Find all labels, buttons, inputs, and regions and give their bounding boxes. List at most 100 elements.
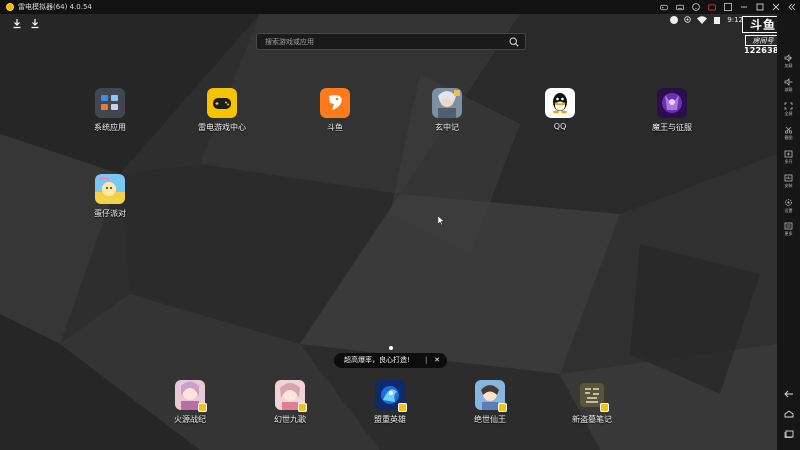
app-huoyuan[interactable]: 火源战纪 <box>160 380 220 425</box>
app-huanshi[interactable]: 幻世九歌 <box>260 380 320 425</box>
sidebar-item-settings[interactable]: 设置 <box>777 198 800 213</box>
title-bar: 雷电模拟器(64) 4.0.54 <box>0 0 800 14</box>
sidebar-item-volume-up[interactable]: 加载 <box>777 54 800 68</box>
app-label: 蛋仔派对 <box>94 209 126 218</box>
mengzhong-icon <box>375 380 407 412</box>
location-icon <box>684 16 691 23</box>
mouse-cursor-icon <box>438 216 444 225</box>
app-label: 幻世九歌 <box>274 415 306 424</box>
app-label: 火源战纪 <box>174 415 206 424</box>
toast-close-button[interactable]: ✕ <box>432 353 442 368</box>
titlebar-controls <box>660 0 796 14</box>
app-qq[interactable]: QQ <box>530 88 590 131</box>
app-label: 系统应用 <box>94 123 126 132</box>
app-label: 绝世仙王 <box>474 415 506 424</box>
app-jueshi[interactable]: 绝世仙王 <box>460 380 520 425</box>
recent-apps-icon <box>784 430 793 438</box>
new-badge-icon <box>298 403 307 412</box>
battery-icon <box>714 17 721 24</box>
back-icon <box>783 390 793 398</box>
app-game-center[interactable]: 雷电游戏中心 <box>192 88 252 133</box>
sidebar-item-label: 截图 <box>784 135 793 140</box>
screen-icon[interactable] <box>724 3 732 11</box>
toast-text: 超高爆率，良心打造! <box>344 356 410 364</box>
emulator-window: 雷电模拟器(64) 4.0.54 9:12 搜索游戏或应用 系统应用 雷电游戏中… <box>0 0 800 450</box>
qq-icon <box>545 88 575 118</box>
wifi-icon <box>697 16 708 24</box>
sidebar-item-install[interactable]: 安装 <box>777 174 800 188</box>
new-badge-icon <box>498 403 507 412</box>
back-button[interactable] <box>777 390 800 399</box>
app-douyu[interactable]: 斗鱼 <box>305 88 365 133</box>
sidebar-item-label: 加载 <box>784 63 793 68</box>
home-screen: 9:12 系统应用 <box>0 14 777 450</box>
search-input[interactable] <box>265 34 495 49</box>
recent-apps-button[interactable] <box>777 430 800 439</box>
minimize-icon[interactable] <box>740 3 748 11</box>
home-button[interactable] <box>777 410 800 419</box>
sidebar-item-label: 多开 <box>784 159 793 164</box>
sidebar-item-multi-instance[interactable]: 多开 <box>777 150 800 164</box>
help-icon[interactable] <box>692 3 700 11</box>
sidebar-item-label: 安装 <box>784 183 793 188</box>
game-center-icon <box>207 88 237 118</box>
app-danzai-party[interactable]: 蛋仔派对 <box>80 174 140 219</box>
gamepad-icon[interactable] <box>660 3 668 11</box>
app-xuanzhongji[interactable]: 玄中记 <box>417 88 477 133</box>
search-icon[interactable] <box>509 37 519 47</box>
collapse-icon[interactable] <box>788 3 796 11</box>
sidebar-item-label: 减载 <box>784 87 793 92</box>
search-bar[interactable] <box>256 33 526 50</box>
home-icon <box>784 410 793 418</box>
volume-down-icon <box>784 78 793 86</box>
sidebar-item-label: 全屏 <box>784 111 793 116</box>
download-icons <box>12 18 40 29</box>
more-icon <box>784 222 793 230</box>
page-indicator <box>389 346 393 350</box>
douyu-icon <box>320 88 350 118</box>
right-toolbar: 加载 减载 全屏 截图 多开 安装 设置 更多 <box>777 14 800 450</box>
huoyuan-icon <box>175 380 207 412</box>
daomu-icon <box>577 380 609 412</box>
sidebar-item-label: 设置 <box>784 208 793 213</box>
install-icon <box>784 174 793 182</box>
app-label: QQ <box>553 122 567 131</box>
app-daomu[interactable]: 新盗墓笔记 <box>562 380 622 425</box>
sidebar-item-screenshot[interactable]: 截图 <box>777 126 800 140</box>
fullscreen-side-icon <box>784 102 793 110</box>
record-icon[interactable] <box>708 3 716 11</box>
close-icon[interactable] <box>772 3 780 11</box>
jueshi-icon <box>475 380 507 412</box>
sidebar-item-fullscreen[interactable]: 全屏 <box>777 102 800 116</box>
keyboard-icon[interactable] <box>676 3 684 11</box>
app-label: 魔王与征服 <box>652 123 692 132</box>
multi-instance-icon <box>784 150 793 158</box>
maximize-icon[interactable] <box>756 3 764 11</box>
new-badge-icon <box>198 403 207 412</box>
minus-circle-icon <box>670 16 679 24</box>
app-mengzhong[interactable]: 盟重英雄 <box>360 380 420 425</box>
sidebar-item-volume-down[interactable]: 减载 <box>777 78 800 92</box>
system-apps-folder-icon <box>95 88 125 118</box>
toast-notification: 超高爆率，良心打造! | ✕ <box>334 353 447 368</box>
window-title: 雷电模拟器(64) 4.0.54 <box>18 3 92 11</box>
app-label: 雷电游戏中心 <box>198 123 246 132</box>
toast-separator: | <box>425 356 428 364</box>
app-label: 新盗墓笔记 <box>572 415 612 424</box>
danzai-party-icon <box>95 174 125 204</box>
app-label: 斗鱼 <box>327 123 343 132</box>
new-badge-icon <box>600 403 609 412</box>
sidebar-item-more[interactable]: 更多 <box>777 222 800 236</box>
download-icon[interactable] <box>12 18 22 29</box>
app-system-apps[interactable]: 系统应用 <box>80 88 140 133</box>
app-label: 玄中记 <box>435 123 459 132</box>
xuanzhongji-icon <box>432 88 462 118</box>
app-mowang[interactable]: 魔王与征服 <box>642 88 702 133</box>
sidebar-item-label: 更多 <box>784 231 793 236</box>
volume-up-icon <box>784 54 792 62</box>
watermark-room-label: 房间号 <box>745 35 781 46</box>
scissors-icon <box>784 126 793 134</box>
new-badge-icon <box>398 403 407 412</box>
download-icon[interactable] <box>30 18 40 29</box>
app-logo-icon <box>6 3 14 11</box>
